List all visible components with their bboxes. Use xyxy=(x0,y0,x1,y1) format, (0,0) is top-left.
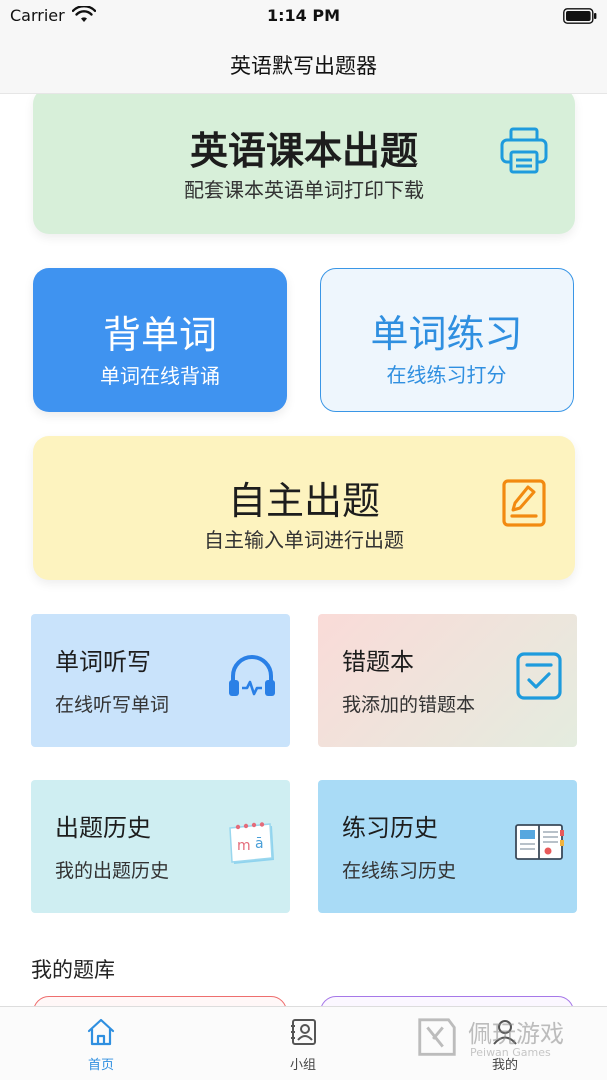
tile-title: 单词听写 xyxy=(55,648,151,676)
word-practice-card[interactable]: 单词练习 在线练习打分 xyxy=(320,268,574,412)
status-time: 1:14 PM xyxy=(266,6,340,25)
tile-title: 出题历史 xyxy=(55,814,151,842)
watermark-logo-icon xyxy=(418,1018,456,1056)
question-bank-card[interactable] xyxy=(320,996,574,1006)
word-dictation-tile[interactable]: 单词听写 在线听写单词 xyxy=(31,614,290,747)
watermark-text: 佩玩游戏 xyxy=(468,1020,564,1048)
card-subtitle: 在线练习打分 xyxy=(386,363,507,387)
card-title: 自主出题 xyxy=(227,479,380,523)
svg-text:ā: ā xyxy=(255,836,264,852)
tab-home-label: 首页 xyxy=(87,1058,114,1073)
calendar-icon: m ā xyxy=(229,822,274,864)
notebook-icon xyxy=(515,824,564,860)
question-bank-card[interactable] xyxy=(33,996,287,1006)
printer-icon xyxy=(500,127,548,174)
tab-home[interactable]: 首页 xyxy=(0,1007,202,1080)
my-question-bank-heading: 我的题库 xyxy=(31,958,115,982)
page-title: 英语默写出题器 xyxy=(230,54,377,78)
tile-subtitle: 我添加的错题本 xyxy=(342,694,476,716)
headphones-icon xyxy=(229,655,275,696)
mistakes-notebook-tile[interactable]: 错题本 我添加的错题本 xyxy=(318,614,577,747)
tile-subtitle: 在线练习历史 xyxy=(342,860,457,882)
watermark-subtext: Peiwan Games xyxy=(470,1046,551,1059)
memorize-words-card[interactable]: 背单词 单词在线背诵 xyxy=(33,268,287,412)
navigation-bar: 英语默写出题器 xyxy=(0,32,607,94)
tile-subtitle: 我的出题历史 xyxy=(55,860,170,882)
tab-group-label: 小组 xyxy=(289,1058,316,1073)
status-bar: Carrier 1:14 PM xyxy=(0,0,607,32)
home-icon xyxy=(87,1018,115,1046)
card-subtitle: 配套课本英语单词打印下载 xyxy=(184,178,424,202)
tile-title: 错题本 xyxy=(342,648,414,676)
textbook-questions-card[interactable]: 英语课本出题 配套课本英语单词打印下载 xyxy=(33,94,575,234)
home-content[interactable]: 英语课本出题 配套课本英语单词打印下载 背单词 单词在线背诵 单词练习 在线练习… xyxy=(0,94,607,1006)
battery-icon xyxy=(563,8,597,24)
watermark: 佩玩游戏 Peiwan Games xyxy=(414,1012,589,1064)
card-title: 背单词 xyxy=(102,313,217,357)
practice-history-tile[interactable]: 练习历史 在线练习历史 xyxy=(318,780,577,913)
group-icon xyxy=(291,1019,316,1045)
svg-text:m: m xyxy=(237,838,251,854)
checklist-icon xyxy=(516,652,562,700)
edit-icon xyxy=(502,479,546,527)
tab-group[interactable]: 小组 xyxy=(202,1007,404,1080)
custom-questions-card[interactable]: 自主出题 自主输入单词进行出题 xyxy=(33,436,575,580)
tile-subtitle: 在线听写单词 xyxy=(55,694,170,716)
tile-title: 练习历史 xyxy=(342,814,438,842)
card-title: 英语课本出题 xyxy=(189,129,418,173)
card-subtitle: 自主输入单词进行出题 xyxy=(204,528,404,552)
card-title: 单词练习 xyxy=(370,312,523,356)
card-subtitle: 单词在线背诵 xyxy=(100,364,220,388)
question-history-tile[interactable]: 出题历史 我的出题历史 m ā xyxy=(31,780,290,913)
